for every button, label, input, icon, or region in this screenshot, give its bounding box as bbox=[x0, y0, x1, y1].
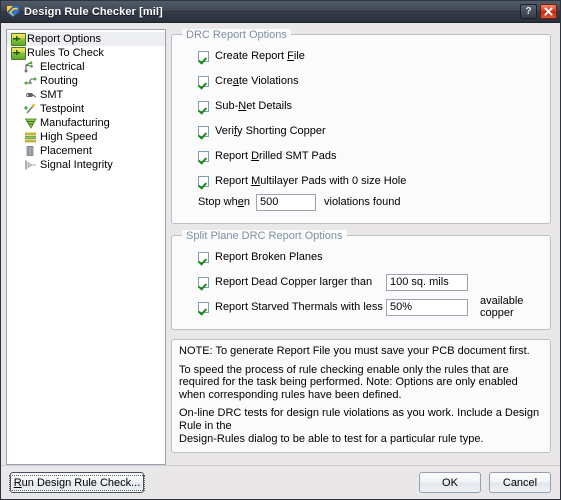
drc-report-options-legend: DRC Report Options bbox=[182, 29, 291, 41]
electrical-icon bbox=[24, 61, 37, 73]
checkbox-label: Report Starved Thermals with less than bbox=[215, 301, 408, 313]
stop-when-prefix: Stop when bbox=[198, 196, 250, 208]
drc-checkbox-list: Create Report File Create Violations Sub-N… bbox=[182, 47, 540, 190]
checkbox-report-broken-planes[interactable] bbox=[198, 251, 209, 263]
run-design-rule-check-button[interactable]: Run Design Rule Check... bbox=[8, 472, 146, 493]
high-speed-icon bbox=[24, 131, 37, 143]
checkbox-row-report-starved-thermals-with-less-than[interactable]: Report Starved Thermals with less than av… bbox=[198, 295, 540, 319]
note-line-2: To speed the process of rule checking en… bbox=[179, 363, 518, 401]
checkbox-report-drilled-smt-pads[interactable] bbox=[198, 150, 209, 162]
checkbox-row-create-violations[interactable]: Create Violations bbox=[198, 72, 540, 90]
folder-icon bbox=[11, 33, 26, 46]
sidebar-item-signal-integrity[interactable]: Signal Integrity bbox=[7, 158, 165, 172]
checkbox-row-verify-shorting-copper[interactable]: Verify Shorting Copper bbox=[198, 122, 540, 140]
checkbox-verify-shorting-copper[interactable] bbox=[198, 125, 209, 137]
input-report-starved-thermals-with-less-than[interactable] bbox=[386, 298, 468, 316]
placement-icon bbox=[24, 145, 37, 157]
checkbox-create-report-file[interactable] bbox=[198, 50, 209, 62]
navigation-tree[interactable]: Report Options Rules To Check Electrical Ro… bbox=[6, 29, 166, 465]
sidebar-item-placement[interactable]: Placement bbox=[7, 144, 165, 158]
design-rule-checker-dialog: Design Rule Checker [mil] ? Report Optio… bbox=[0, 0, 561, 500]
routing-icon bbox=[24, 75, 37, 87]
sidebar-item-label: High Speed bbox=[40, 131, 98, 143]
dialog-footer: Run Design Rule Check... OK Cancel bbox=[1, 465, 560, 499]
sidebar-item-smt[interactable]: SMT bbox=[7, 88, 165, 102]
checkbox-label: Report Broken Planes bbox=[215, 251, 323, 263]
checkbox-row-report-drilled-smt-pads[interactable]: Report Drilled SMT Pads bbox=[198, 147, 540, 165]
suffix-report-starved-thermals-with-less-than: available copper bbox=[480, 295, 524, 319]
note-panel: NOTE: To generate Report File you must s… bbox=[171, 339, 551, 453]
dialog-content: Report Options Rules To Check Electrical Ro… bbox=[1, 23, 560, 465]
window-title: Design Rule Checker [mil] bbox=[24, 5, 163, 18]
checkbox-label: Report Dead Copper larger than bbox=[215, 276, 373, 288]
sidebar-item-report-options[interactable]: Report Options bbox=[7, 32, 165, 46]
sidebar-item-label: SMT bbox=[40, 89, 64, 101]
signal-integrity-icon bbox=[24, 159, 37, 171]
checkbox-label: Create Violations bbox=[215, 75, 299, 87]
cancel-button[interactable]: Cancel bbox=[489, 472, 551, 493]
checkbox-row-report-dead-copper-larger-than[interactable]: Report Dead Copper larger than bbox=[198, 273, 540, 291]
folder-icon bbox=[11, 47, 26, 60]
checkbox-row-report-multilayer-pads-with-0-size-hole[interactable]: Report Multilayer Pads with 0 size Hole bbox=[198, 172, 540, 190]
close-icon bbox=[544, 7, 553, 16]
sidebar-item-label: Manufacturing bbox=[40, 117, 110, 129]
checkbox-report-starved-thermals-with-less-than[interactable] bbox=[198, 301, 209, 313]
sidebar-item-high-speed[interactable]: High Speed bbox=[7, 130, 165, 144]
smt-icon bbox=[24, 89, 37, 101]
titlebar-buttons: ? bbox=[520, 4, 557, 19]
stop-when-row: Stop when violations found bbox=[198, 193, 540, 211]
sidebar-item-manufacturing[interactable]: Manufacturing bbox=[7, 116, 165, 130]
sidebar-item-label: Placement bbox=[40, 145, 92, 157]
title-bar: Design Rule Checker [mil] ? bbox=[1, 1, 560, 23]
drc-report-options-group: DRC Report Options Create Report File Cre… bbox=[171, 29, 551, 224]
checkbox-label: Report Drilled SMT Pads bbox=[215, 150, 337, 162]
checkbox-row-create-report-file[interactable]: Create Report File bbox=[198, 47, 540, 65]
sidebar-item-label: Signal Integrity bbox=[40, 159, 113, 171]
help-button[interactable]: ? bbox=[520, 4, 537, 19]
stop-when-input[interactable] bbox=[256, 193, 316, 211]
checkbox-label: Report Multilayer Pads with 0 size Hole bbox=[215, 175, 407, 187]
sidebar-item-label: Rules To Check bbox=[27, 47, 104, 59]
checkbox-row-report-broken-planes[interactable]: Report Broken Planes bbox=[198, 248, 540, 266]
options-pane: DRC Report Options Create Report File Cre… bbox=[171, 29, 555, 465]
checkbox-label: Sub-Net Details bbox=[215, 100, 293, 112]
split-plane-options-legend: Split Plane DRC Report Options bbox=[182, 230, 347, 242]
split-plane-row-list: Report Broken Planes Report Dead Copper l… bbox=[182, 248, 540, 319]
altium-pcb-icon bbox=[6, 5, 20, 18]
testpoint-icon bbox=[24, 103, 37, 115]
checkbox-report-dead-copper-larger-than[interactable] bbox=[198, 276, 209, 288]
checkbox-report-multilayer-pads-with-0-size-hole[interactable] bbox=[198, 175, 209, 187]
manufacturing-icon bbox=[24, 117, 37, 129]
checkbox-create-violations[interactable] bbox=[198, 75, 209, 87]
sidebar-item-label: Routing bbox=[40, 75, 78, 87]
note-line-1: NOTE: To generate Report File you must s… bbox=[179, 345, 530, 357]
checkbox-label: Verify Shorting Copper bbox=[215, 125, 326, 137]
note-line-4: Design-Rules dialog to be able to test f… bbox=[179, 433, 484, 445]
input-report-dead-copper-larger-than[interactable] bbox=[386, 273, 468, 291]
run-button-label: un Design Rule Check... bbox=[21, 476, 141, 489]
sidebar-item-electrical[interactable]: Electrical bbox=[7, 60, 165, 74]
checkbox-row-sub-net-details[interactable]: Sub-Net Details bbox=[198, 97, 540, 115]
sidebar-item-label: Testpoint bbox=[40, 103, 85, 115]
sidebar-item-testpoint[interactable]: Testpoint bbox=[7, 102, 165, 116]
sidebar-item-routing[interactable]: Routing bbox=[7, 74, 165, 88]
sidebar-item-rules-to-check[interactable]: Rules To Check bbox=[7, 46, 165, 60]
stop-when-suffix: violations found bbox=[324, 196, 401, 208]
note-line-3: On-line DRC tests for design rule violat… bbox=[179, 407, 540, 432]
sidebar-item-label: Report Options bbox=[27, 33, 101, 45]
checkbox-label: Create Report File bbox=[215, 50, 305, 62]
sidebar-item-label: Electrical bbox=[40, 61, 85, 73]
checkbox-sub-net-details[interactable] bbox=[198, 100, 209, 112]
ok-button[interactable]: OK bbox=[419, 472, 481, 493]
split-plane-options-group: Split Plane DRC Report Options Report Br… bbox=[171, 230, 551, 330]
close-button[interactable] bbox=[540, 4, 557, 19]
